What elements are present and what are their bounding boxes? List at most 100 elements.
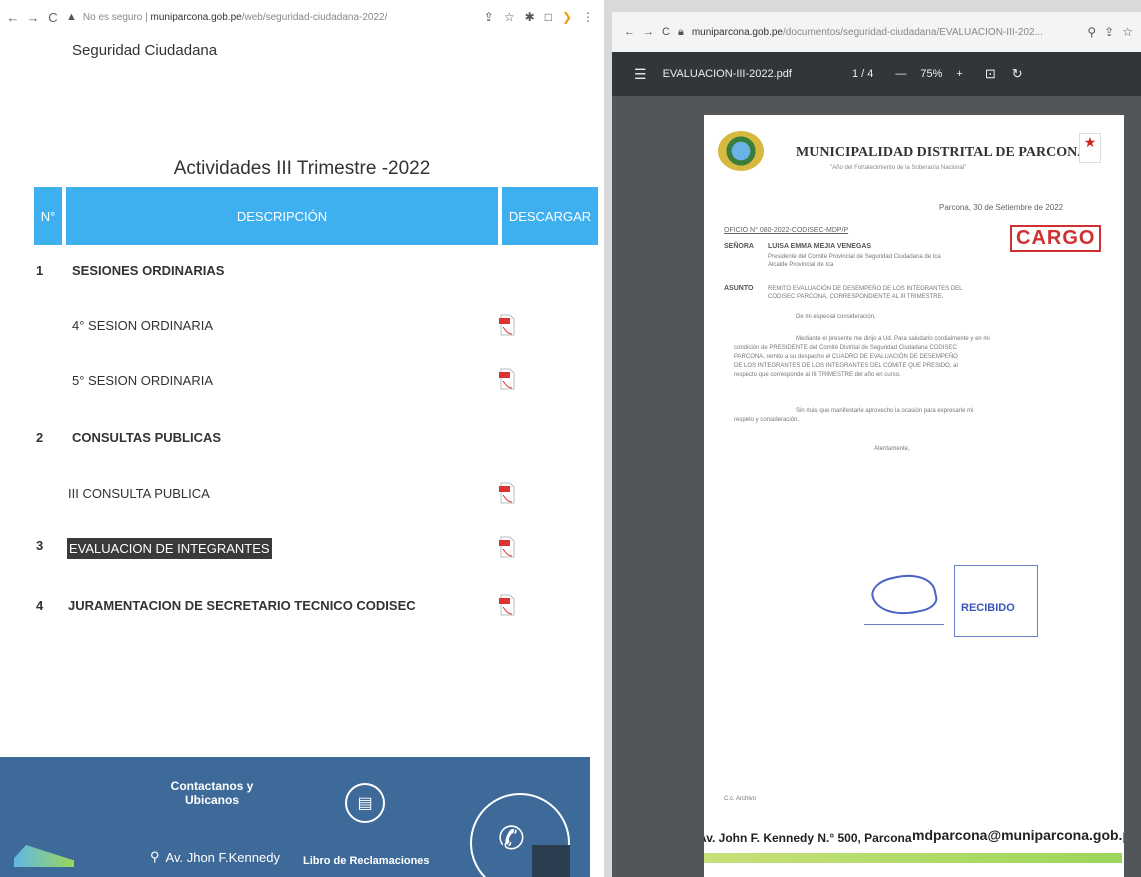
contact-heading: Contactanos y Ubicanos [170,779,254,807]
profile-icon[interactable]: ❯ [562,10,572,24]
pdf-download-icon[interactable] [498,482,516,504]
pdf-toolbar: ☰ EVALUACION-III-2022.pdf 1 / 4 — 75% + … [612,52,1141,96]
warning-icon[interactable]: ▲ [66,11,77,23]
screenshot-root: ← → C ▲ No es seguro | muniparcona.gob.p… [0,0,1141,877]
municipal-crest-icon [718,131,764,171]
pdf-extra-tools: ⊡ ↻ [985,66,1023,82]
rotate-icon[interactable]: ↻ [1012,66,1023,82]
site-footer: Contactanos y Ubicanos ⚲ Av. Jhon F.Kenn… [0,757,590,877]
asunto-label: ASUNTO [724,285,754,292]
reload-icon[interactable]: C [662,26,670,38]
zoom-controls: — 75% + [895,68,962,80]
row-label-highlighted[interactable]: EVALUACION DE INTEGRANTES [67,538,272,559]
oficio-number: OFICIO N° 080-2022-CODISEC-MDP/P [724,227,849,234]
right-browser-window: ← → C 🔒︎ muniparcona.gob.pe/documentos/s… [612,12,1141,877]
back-icon[interactable]: ← [624,26,635,38]
site-title: Seguridad Ciudadana [72,42,218,59]
footer-bar [704,853,1122,863]
asunto-text-2: CODISEC PARCONA, CORRESPONDIENTE AL III … [768,294,944,300]
row-label: III CONSULTA PUBLICA [68,486,210,501]
browser-toolbar: ⚲ ⇪ ☆ [1087,25,1141,39]
star-icon[interactable]: ☆ [1122,25,1133,39]
pdf-download-icon[interactable] [498,314,516,336]
cargo-stamp: CARGO [1010,225,1102,252]
left-url[interactable]: No es seguro | muniparcona.gob.pe/web/se… [83,12,388,23]
lock-icon[interactable]: 🔒︎ [678,26,684,39]
browser-toolbar: ⇪ ☆ ✱ □ ❯ ⋮ [484,10,604,24]
url-host: muniparcona.gob.pe [691,26,783,38]
row-number: 4 [36,598,44,613]
forward-icon[interactable]: → [26,10,40,25]
greeting: De mi especial consideración, [796,314,876,320]
right-url[interactable]: muniparcona.gob.pe/documentos/seguridad-… [692,27,1043,38]
header-number: N° [34,187,62,245]
header-description: DESCRIPCIÓN [66,187,498,245]
footer-email: mdparcona@muniparcona.gob.pe [912,827,1124,843]
row-label: 4° SESION ORDINARIA [72,318,214,333]
menu-icon[interactable]: ⋮ [582,10,594,24]
scroll-top-button[interactable] [532,845,570,877]
phone-icon: ✆ [498,820,525,856]
pdf-viewer: MUNICIPALIDAD DISTRITAL DE PARCONA "Año … [612,96,1141,877]
url-path: /web/seguridad-ciudadana-2022/ [241,11,388,23]
pdf-download-icon[interactable] [498,536,516,558]
org-name: MUNICIPALIDAD DISTRITAL DE PARCONA [796,145,1088,160]
fit-page-icon[interactable]: ⊡ [985,66,996,82]
zoom-level[interactable]: 75% [920,68,942,80]
row-number: 1 [36,263,44,278]
row-number: 3 [36,538,44,553]
body-line-5: respecto que corresponde al III TRIMESTR… [734,372,901,378]
footer-address: ⚲ Av. Jhon F.Kennedy [150,849,280,865]
org-motto: "Año del Fortalecimiento de la Soberanía… [830,165,967,171]
pdf-page: MUNICIPALIDAD DISTRITAL DE PARCONA "Año … [704,115,1124,877]
row-label: CONSULTAS PUBLICAS [72,430,222,445]
page-indicator[interactable]: 1 / 4 [852,68,873,80]
received-stamp: RECIBIDO [954,565,1038,637]
closing-line-1: Sin más que manifestarle aprovecho la oc… [796,408,974,414]
location-pin-icon: ⚲ [150,849,160,864]
closing-line-2: respeto y consideración. [734,417,800,423]
row-label: SESIONES ORDINARIAS [72,263,225,278]
footer-logo [14,845,74,867]
share-icon[interactable]: ⇪ [484,10,494,24]
zoom-icon[interactable]: ⚲ [1087,25,1096,39]
footer-address-text: Av. Jhon F.Kennedy [165,849,280,865]
table-header: N° DESCRIPCIÓN DESCARGAR [34,187,598,245]
pdf-filename: EVALUACION-III-2022.pdf [662,68,792,80]
senora-label: SEÑORA [724,243,754,250]
senora-role-2: Alcalde Provincial de Ica [768,262,834,268]
extensions-icon[interactable]: ✱ [525,10,535,24]
senora-role-1: Presidente del Comité Provincial de Segu… [768,254,941,260]
district-logo-icon: ★ [1079,133,1101,163]
left-address-bar: ← → C ▲ No es seguro | muniparcona.gob.p… [0,0,604,34]
body-line-1: Mediante el presente me dirijo a Ud. Par… [796,336,990,342]
signature [864,565,944,625]
header-download: DESCARGAR [502,187,598,245]
cc-archivo: C.c. Archivo [724,796,757,802]
book-icon[interactable]: ▤ [345,783,385,823]
senora-name: LUISA EMMA MEJIA VENEGAS [768,243,872,250]
pdf-download-icon[interactable] [498,368,516,390]
back-icon[interactable]: ← [6,10,20,25]
section-title: Actividades III Trimestre -2022 [173,158,431,179]
pdf-download-icon[interactable] [498,594,516,616]
body-line-4: DE LOS INTEGRANTES DE LOS INTEGRANTES DE… [734,363,958,369]
reload-icon[interactable]: C [46,10,60,25]
recibido-text: RECIBIDO [961,602,1015,614]
window-icon[interactable]: □ [545,10,552,24]
share-icon[interactable]: ⇪ [1104,25,1114,39]
footer-address: Av. John F. Kennedy N.° 500, Parcona [704,831,912,845]
row-number: 2 [36,430,44,445]
zoom-in-button[interactable]: + [956,68,962,80]
menu-icon[interactable]: ☰ [634,66,647,83]
zoom-out-button[interactable]: — [895,68,906,80]
body-line-2: condición de PRESIDENTE del Comité Distr… [734,345,957,351]
forward-icon[interactable]: → [643,26,654,38]
libro-reclamaciones-link[interactable]: Libro de Reclamaciones [303,855,430,867]
body-line-3: PARCONA, remito a su despacho el CUADRO … [734,354,958,360]
row-label: 5° SESION ORDINARIA [72,373,214,388]
url-host: muniparcona.gob.pe [150,11,242,23]
left-browser-window: ← → C ▲ No es seguro | muniparcona.gob.p… [0,0,604,877]
star-icon[interactable]: ☆ [504,10,515,24]
url-path: /documentos/seguridad-ciudadana/EVALUACI… [783,26,1043,38]
